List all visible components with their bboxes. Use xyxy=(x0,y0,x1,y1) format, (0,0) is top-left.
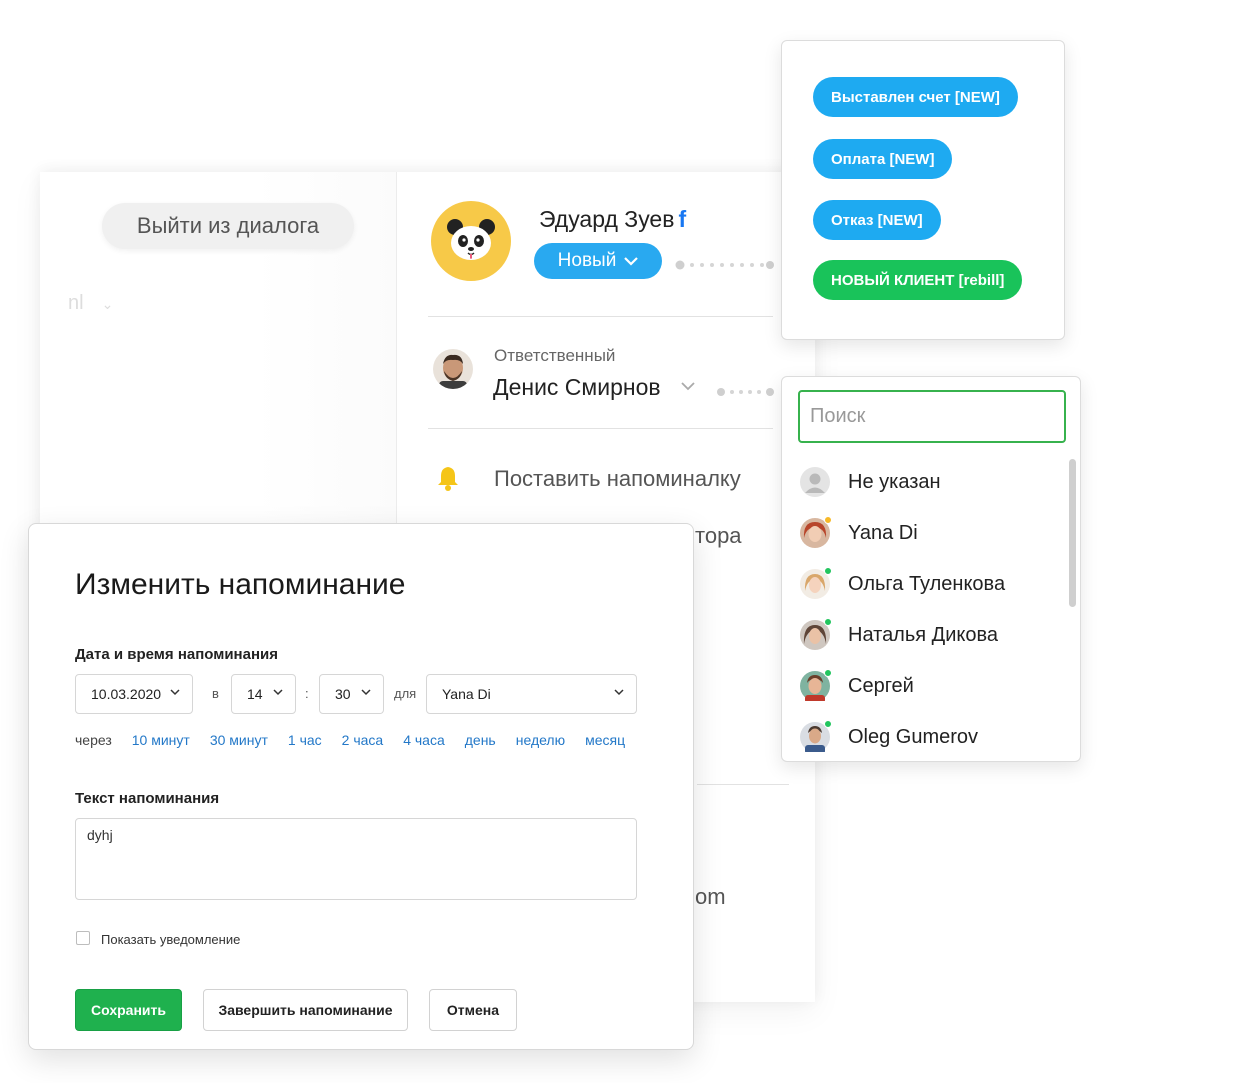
datetime-label: Дата и время напоминания xyxy=(75,646,278,663)
responsible-name[interactable]: Денис Смирнов xyxy=(493,374,661,401)
user-option[interactable]: Не указан xyxy=(800,465,1060,499)
customer-avatar xyxy=(431,201,511,281)
user-option[interactable]: Yana Di xyxy=(800,516,1060,550)
time-separator: : xyxy=(305,686,309,701)
hour-value: 14 xyxy=(247,686,263,702)
avatar xyxy=(800,669,832,703)
bell-icon xyxy=(437,465,459,496)
user-option[interactable]: Наталья Дикова xyxy=(800,618,1060,652)
online-status-dot xyxy=(824,720,832,728)
avatar xyxy=(800,516,832,548)
faded-select[interactable]: nl ⌄ xyxy=(68,292,113,315)
user-name: Oleg Gumerov xyxy=(848,725,979,748)
quick-option-4-hours[interactable]: 4 часа xyxy=(403,732,445,748)
responsible-label: Ответственный xyxy=(494,346,616,365)
minute-value: 30 xyxy=(335,686,351,702)
user-name: Не указан xyxy=(848,470,941,493)
scrollbar[interactable] xyxy=(1069,459,1076,607)
save-button[interactable]: Сохранить xyxy=(75,989,182,1031)
minute-select[interactable]: 30 xyxy=(319,674,384,714)
chevron-down-icon xyxy=(624,257,639,266)
panda-icon xyxy=(447,219,495,260)
user-name: Yana Di xyxy=(848,521,918,544)
reminder-text-label: Текст напоминания xyxy=(75,790,220,807)
cancel-button[interactable]: Отмена xyxy=(429,989,517,1031)
chevron-down-icon xyxy=(614,689,624,696)
date-select[interactable]: 10.03.2020 xyxy=(75,674,193,714)
user-placeholder-icon xyxy=(800,467,830,497)
quick-time-options: через 10 минут 30 минут 1 час 2 часа 4 ч… xyxy=(75,732,645,748)
search-input[interactable] xyxy=(798,390,1066,443)
quick-option-30-min[interactable]: 30 минут xyxy=(210,732,268,748)
customer-name: Эдуард Зуев f xyxy=(539,206,686,233)
online-status-dot xyxy=(824,618,832,626)
quick-option-2-hours[interactable]: 2 часа xyxy=(342,732,384,748)
avatar xyxy=(800,567,832,599)
user-picker-dropdown: Не указан Yana Di Ольга Туленкова xyxy=(781,376,1081,762)
partial-text: тора xyxy=(695,523,742,548)
user-name: Ольга Туленкова xyxy=(848,572,1006,595)
customer-name-text: Эдуард Зуев xyxy=(539,206,675,232)
assignee-select[interactable]: Yana Di xyxy=(426,674,637,714)
exit-dialog-button[interactable]: Выйти из диалога xyxy=(102,203,354,249)
finish-reminder-button[interactable]: Завершить напоминание xyxy=(203,989,408,1031)
chevron-down-icon[interactable] xyxy=(681,378,695,396)
faded-select-value: nl xyxy=(68,292,84,314)
show-notification-label[interactable]: Показать уведомление xyxy=(101,932,240,947)
user-option[interactable]: Oleg Gumerov xyxy=(800,720,1060,754)
chevron-down-icon xyxy=(170,689,180,696)
date-value: 10.03.2020 xyxy=(91,686,162,702)
user-option[interactable]: Ольга Туленкова xyxy=(800,567,1060,601)
facebook-icon: f xyxy=(678,206,687,232)
set-reminder-link[interactable]: Поставить напоминалку xyxy=(494,466,741,492)
online-status-dot xyxy=(824,669,832,677)
online-status-dot xyxy=(824,567,832,575)
chevron-down-icon xyxy=(273,689,283,696)
assignee-value: Yana Di xyxy=(442,686,491,702)
status-dropdown-button[interactable]: Новый xyxy=(534,243,662,279)
quick-option-month[interactable]: месяц xyxy=(585,732,625,748)
pipeline-dots xyxy=(674,258,776,276)
for-label: для xyxy=(394,686,417,701)
edit-reminder-modal: Изменить напоминание Дата и время напоми… xyxy=(28,523,694,1050)
reminder-text-field[interactable]: dyhj xyxy=(75,818,637,900)
user-name: Сергей xyxy=(848,674,914,697)
quick-option-1-hour[interactable]: 1 час xyxy=(288,732,322,748)
user-name: Наталья Дикова xyxy=(848,623,998,646)
modal-title: Изменить напоминание xyxy=(75,568,406,601)
avatar xyxy=(800,720,832,754)
responsible-avatar xyxy=(433,349,473,389)
tag-chip[interactable]: Оплата [NEW] xyxy=(813,139,953,179)
tag-chip[interactable]: НОВЫЙ КЛИЕНТ [rebill] xyxy=(813,260,1023,300)
quick-option-10-min[interactable]: 10 минут xyxy=(132,732,190,748)
quick-label: через xyxy=(75,732,112,748)
tag-chip[interactable]: Отказ [NEW] xyxy=(813,200,941,240)
tags-popup: Выставлен счет [NEW] Оплата [NEW] Отказ … xyxy=(781,40,1065,340)
tag-chip[interactable]: Выставлен счет [NEW] xyxy=(813,77,1018,117)
quick-option-week[interactable]: неделю xyxy=(516,732,565,748)
pipeline-dots xyxy=(715,385,777,403)
away-status-dot xyxy=(824,516,832,524)
status-label: Новый xyxy=(557,250,617,271)
at-label: в xyxy=(212,686,219,701)
show-notification-checkbox[interactable] xyxy=(76,931,90,945)
divider xyxy=(428,428,773,429)
avatar xyxy=(800,618,832,650)
avatar xyxy=(800,467,830,497)
quick-option-day[interactable]: день xyxy=(465,732,496,748)
chevron-down-icon xyxy=(361,689,371,696)
user-option[interactable]: Сергей xyxy=(800,669,1060,703)
divider xyxy=(697,784,789,785)
partial-text: om xyxy=(695,884,726,909)
divider xyxy=(428,316,773,317)
chevron-down-icon: ⌄ xyxy=(101,296,114,312)
hour-select[interactable]: 14 xyxy=(231,674,296,714)
person-photo-icon xyxy=(433,349,473,389)
